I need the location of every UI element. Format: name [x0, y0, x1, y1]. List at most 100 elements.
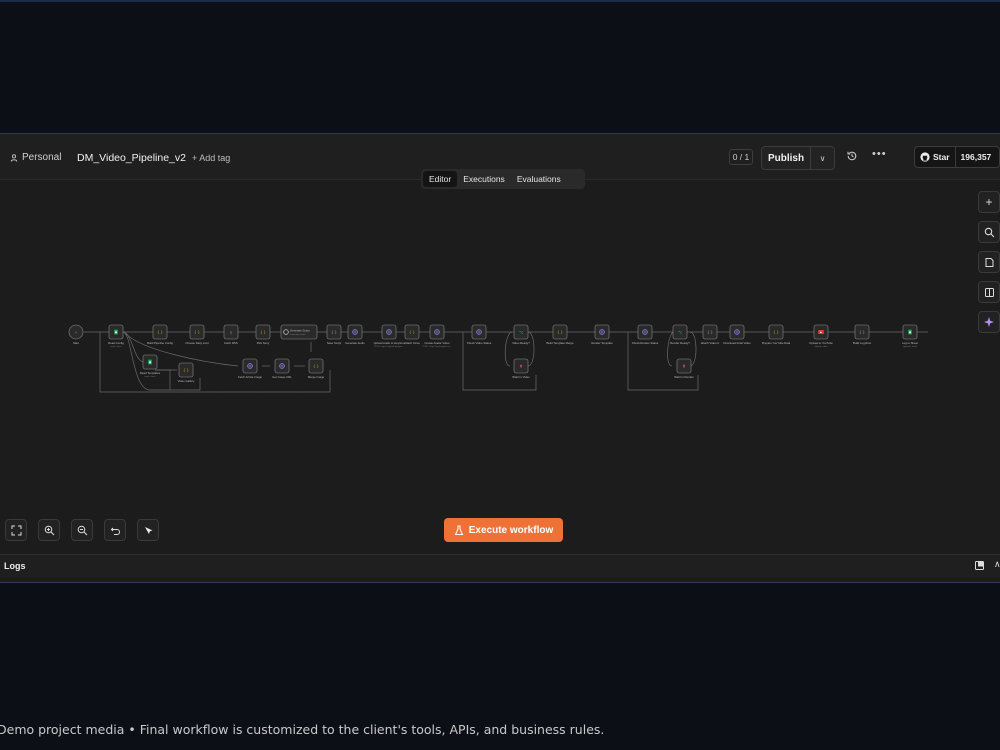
- workflow-node[interactable]: { } Build Pipeline Config: [147, 324, 173, 345]
- node-label: Read Config: [108, 341, 124, 345]
- pop-out-icon[interactable]: [975, 561, 984, 570]
- workflow-node[interactable]: ))Fetch RSS: [223, 324, 239, 345]
- workflow-node[interactable]: Generate Audio: [345, 324, 365, 345]
- add-node-icon[interactable]: +: [978, 191, 1000, 213]
- workflow-node[interactable]: Check Render Status: [632, 324, 659, 345]
- nodes-layer: ⚡Start Read Configread: sheet { } Build Pip…: [68, 324, 918, 383]
- workflow-node[interactable]: Render Template: [591, 324, 613, 345]
- node-label: Attach Video U: [701, 341, 720, 345]
- node-sublabel: message model: [290, 334, 306, 336]
- project-breadcrumb[interactable]: Personal: [10, 152, 61, 163]
- workflow-node[interactable]: { } Build Template Merge: [547, 324, 574, 345]
- node-label: Check Video Status: [467, 341, 492, 345]
- panel-toggle-icon[interactable]: [978, 281, 1000, 303]
- sheets-icon: [114, 329, 118, 335]
- code-icon: { }: [260, 329, 266, 334]
- workflow-node[interactable]: Get Image URL: [272, 358, 292, 379]
- tab-executions[interactable]: Executions: [457, 171, 511, 187]
- workflow-node[interactable]: Check Video Status: [467, 324, 492, 345]
- workflow-node[interactable]: { } Build Log Row: [853, 324, 872, 345]
- workflow-graph[interactable]: ⚡Start Read Configread: sheet { } Build Pip…: [0, 180, 1000, 555]
- node-label: Render Ready?: [670, 341, 690, 345]
- more-options-icon[interactable]: •••: [872, 148, 887, 160]
- http-icon: [642, 329, 648, 335]
- workflow-canvas[interactable]: ⚡ Start Read Config read: sheet { } Build Pip…: [0, 180, 1000, 555]
- zoom-out-icon[interactable]: [71, 519, 93, 541]
- fit-view-icon[interactable]: [5, 519, 27, 541]
- code-icon: { }: [409, 329, 415, 334]
- sticky-note-icon[interactable]: [978, 251, 1000, 273]
- code-icon: { }: [707, 329, 713, 334]
- tab-evaluations[interactable]: Evaluations: [511, 171, 567, 187]
- svg-text:⚡: ⚡: [75, 329, 78, 334]
- code-icon: { }: [859, 329, 865, 334]
- node-label: Download Final Video: [723, 341, 751, 345]
- logs-panel[interactable]: Logs ∧: [0, 554, 1000, 577]
- workflow-node[interactable]: Log to Sheetappend: sheet: [902, 324, 918, 348]
- history-icon[interactable]: [846, 150, 858, 162]
- svg-text:{ }: { }: [183, 367, 189, 372]
- workflow-node[interactable]: { } Attach Voice: [404, 324, 420, 345]
- workflow-node[interactable]: ⚡ Start: [68, 324, 84, 345]
- node-label: Build Pipeline Config: [147, 341, 173, 345]
- workflow-node[interactable]: { } Choose Daily Limit: [185, 324, 209, 345]
- workflow-node[interactable]: { } Save Script: [326, 324, 342, 345]
- code-icon: { }: [183, 367, 189, 372]
- workflow-node[interactable]: { } Pick Story: [255, 324, 271, 345]
- workflow-name[interactable]: DM_Video_Pipeline_v2: [77, 152, 186, 164]
- node-label: Choose Daily Limit: [185, 341, 209, 345]
- connections: [84, 331, 928, 393]
- workflow-node[interactable]: Create Avatar VideoPOST: https://api.hey…: [423, 324, 452, 348]
- ai-assistant-icon[interactable]: [978, 311, 1000, 333]
- tab-editor[interactable]: Editor: [423, 171, 458, 187]
- node-label: Save Script: [327, 341, 342, 345]
- workflow-node[interactable]: ⧗ Wait for Video: [512, 358, 530, 379]
- workflow-node[interactable]: { } Attach Video U: [701, 324, 720, 345]
- github-star-button[interactable]: Star 196,357: [914, 146, 1000, 168]
- workflow-node[interactable]: ⧗ Wait for Render: [674, 358, 694, 379]
- node-label: Get Image URL: [272, 375, 292, 379]
- svg-text:{ }: { }: [409, 329, 415, 334]
- undo-icon[interactable]: [104, 519, 126, 541]
- svg-text:▶: ▶: [820, 331, 822, 334]
- publish-button[interactable]: Publish: [762, 153, 810, 164]
- publish-button-group: Publish ∨: [761, 146, 835, 170]
- execute-workflow-button[interactable]: Execute workflow: [444, 518, 563, 542]
- chevron-down-icon[interactable]: ∨: [811, 154, 834, 163]
- workflow-node[interactable]: { } Merge Image: [308, 358, 325, 379]
- footer-caption: Demo project media • Final workflow is c…: [0, 722, 605, 737]
- workflow-node[interactable]: Read Templatesread: sheet: [140, 354, 161, 378]
- workflow-node[interactable]: Fetch Article Image: [238, 358, 262, 379]
- http-icon: [599, 329, 605, 335]
- node-sublabel: POST: https://upload.heygen...: [374, 345, 404, 348]
- node-label: Build Log Row: [853, 341, 872, 345]
- workflow-node[interactable]: Read Configread: sheet: [108, 324, 124, 348]
- node-label: Prepare YouTube Data: [762, 341, 791, 345]
- workflow-node[interactable]: Generate Scriptmessage model: [280, 324, 318, 340]
- svg-text:{ }: { }: [313, 363, 319, 368]
- cleanup-icon[interactable]: [137, 519, 159, 541]
- n8n-editor-window: Personal DM_Video_Pipeline_v2 + Add tag …: [0, 133, 1000, 583]
- node-label: Wait for Render: [674, 375, 694, 379]
- workflow-node[interactable]: Download Final Video: [723, 324, 751, 345]
- code-icon: { }: [194, 329, 200, 334]
- add-tag-button[interactable]: + Add tag: [192, 153, 230, 163]
- workflow-node[interactable]: ⌥ Render Ready?: [670, 324, 690, 345]
- search-icon[interactable]: [978, 221, 1000, 243]
- svg-text:{ }: { }: [331, 329, 337, 334]
- workflow-node[interactable]: { } Prepare YouTube Data: [762, 324, 791, 345]
- wait-icon: ⧗: [683, 363, 686, 368]
- wait-icon: ⧗: [520, 363, 523, 368]
- workflow-node[interactable]: { } Video Gallery: [178, 362, 195, 383]
- node-label: Log to Sheet: [902, 341, 918, 345]
- code-icon: { }: [157, 329, 163, 334]
- http-icon: [434, 329, 440, 335]
- workflow-node[interactable]: ▶ Upload to YouTubeupload: video: [809, 324, 833, 348]
- zoom-in-icon[interactable]: [38, 519, 60, 541]
- chevron-up-icon[interactable]: ∧: [994, 559, 1000, 570]
- svg-text:⌥: ⌥: [678, 329, 683, 334]
- workflow-node[interactable]: ⌥ Video Ready?: [512, 324, 530, 345]
- svg-text:⧗: ⧗: [520, 363, 523, 368]
- workflow-node[interactable]: Upload Audio to HeyGenPOST: https://uplo…: [374, 324, 405, 348]
- node-label: Create Avatar Video: [425, 341, 450, 345]
